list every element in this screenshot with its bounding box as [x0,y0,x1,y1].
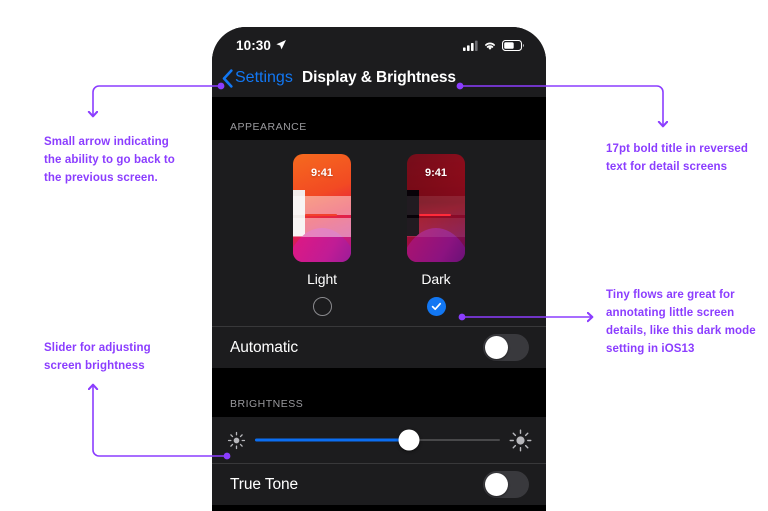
annotation-line: Small arrow indicating [44,136,169,148]
thumbnail-notification [293,196,351,215]
thumbnail-notification [293,218,351,237]
dark-radio-button[interactable] [426,297,446,316]
toggle-knob [485,336,508,359]
dark-wallpaper-thumbnail: 9:41 [407,154,465,262]
true-tone-toggle[interactable] [483,471,529,498]
annotation-line: the previous screen. [44,172,158,184]
automatic-toggle[interactable] [483,334,529,361]
canvas: 10:30 Settings Display & Brightness APPE… [0,0,768,511]
annotation-line: details, like this dark mode [606,325,756,337]
automatic-label: Automatic [230,338,299,356]
phone-mockup: 10:30 Settings Display & Brightness APPE… [212,27,546,511]
status-bar-right [463,39,524,51]
appearance-options: 9:41 Light 9:41 Dark [212,140,546,326]
section-gap [212,97,546,121]
annotation-line: setting in iOS13 [606,343,695,355]
appearance-option-label: Dark [421,271,451,287]
appearance-option-light[interactable]: 9:41 Light [293,154,351,316]
annotation-dark-mode: Tiny flows are great for annotating littl… [606,286,756,358]
thumbnail-accent-line [419,214,451,216]
brightness-high-icon [509,429,532,451]
true-tone-label: True Tone [230,475,299,493]
annotation-line: screen brightness [44,360,145,372]
status-bar-left: 10:30 [236,38,287,53]
brightness-section-header: BRIGHTNESS [212,398,546,417]
automatic-row[interactable]: Automatic [212,326,546,368]
annotation-back-button: Small arrow indicating the ability to go … [44,133,175,187]
location-arrow-icon [276,40,287,50]
light-radio-button[interactable] [312,297,332,316]
brightness-low-icon [227,431,246,449]
nav-bar: Settings Display & Brightness [212,59,546,97]
battery-icon [502,39,524,51]
slider-handle[interactable] [398,429,420,451]
thumbnail-time: 9:41 [424,167,448,179]
thumbnail-notification [407,196,465,215]
wifi-icon [485,42,495,50]
thumbnail-accent-line [305,214,337,216]
status-bar-time: 10:30 [236,37,272,53]
back-button-label: Settings [235,69,293,86]
slider-fill [255,438,410,442]
status-bar: 10:30 [212,27,546,59]
annotation-line: the ability to go back to [44,154,175,166]
check-icon [431,302,441,311]
chevron-left-icon [222,68,233,88]
section-gap [212,368,546,398]
connector-slider [93,385,227,457]
annotation-line: text for detail screens [606,161,728,173]
true-tone-row[interactable]: True Tone [212,463,546,505]
annotation-slider: Slider for adjusting screen brightness [44,339,151,375]
annotation-line: annotating little screen [606,307,735,319]
toggle-knob [485,473,508,496]
annotation-title: 17pt bold title in reversed text for deta… [606,140,748,176]
cellular-signal-icon [463,40,478,51]
brightness-slider-row [212,417,546,463]
light-wallpaper-thumbnail: 9:41 [293,154,351,262]
back-button[interactable]: Settings [222,68,293,88]
annotation-line: Tiny flows are great for [606,289,735,301]
appearance-option-dark[interactable]: 9:41 Dark [407,154,465,316]
annotation-line: 17pt bold title in reversed [606,143,749,155]
appearance-section-header: APPEARANCE [212,121,546,140]
thumbnail-notification [407,218,465,237]
annotation-line: Slider for adjusting [44,342,151,354]
appearance-option-label: Light [307,271,337,287]
thumbnail-time: 9:41 [310,167,334,179]
brightness-slider[interactable] [255,429,500,451]
connector-back [93,85,221,116]
